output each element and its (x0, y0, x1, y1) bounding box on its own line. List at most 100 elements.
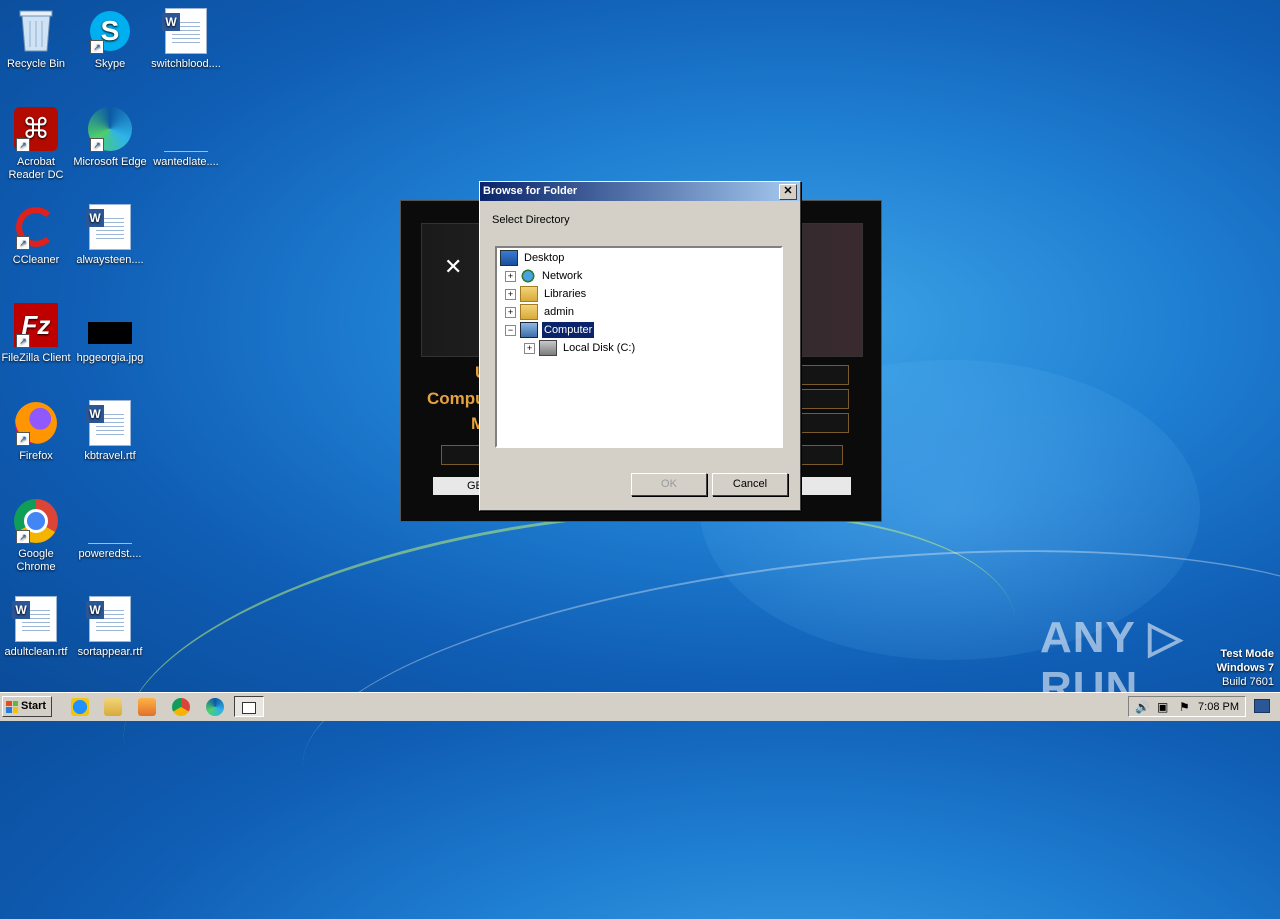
cancel-button[interactable]: Cancel (712, 473, 788, 496)
tree-node-admin[interactable]: + admin (505, 304, 576, 320)
desktop-icon-filezilla[interactable]: Fz ↗ FileZilla Client (0, 302, 74, 365)
folder-tree[interactable]: Desktop + Network + Libraries + admin − … (495, 246, 783, 448)
expand-icon[interactable]: + (505, 270, 516, 282)
desktop-icon-label: FileZilla Client (1, 352, 71, 364)
desktop-icon-label: poweredst.... (78, 548, 142, 560)
desktop-icon-skype[interactable]: S ↗ Skype (72, 8, 148, 71)
desktop-icon-label: Microsoft Edge (73, 156, 147, 168)
tree-node-desktop[interactable]: Desktop (500, 250, 566, 266)
tree-node-local-disk[interactable]: + Local Disk (C:) (524, 340, 637, 356)
computer-icon (520, 322, 538, 338)
desktop-icon-recycle-bin[interactable]: Recycle Bin (0, 8, 74, 71)
media-player-icon[interactable] (138, 698, 156, 716)
desktop-icon-alwaysteen[interactable]: W alwaysteen.... (72, 204, 148, 267)
chrome-icon: ↗ (13, 498, 59, 544)
desktop-icon-firefox[interactable]: ↗ Firefox (0, 400, 74, 463)
edge-icon: ↗ (87, 106, 133, 152)
desktop-icon-chrome[interactable]: ↗ Google Chrome (0, 498, 74, 574)
skype-icon: S ↗ (87, 8, 133, 54)
start-label: Start (21, 700, 47, 712)
show-desktop-icon[interactable] (1254, 699, 1270, 713)
clock[interactable]: 7:08 PM (1198, 697, 1239, 718)
app-heading-2: Compu (427, 389, 486, 408)
desktop-icon-kbtravel[interactable]: W kbtravel.rtf (72, 400, 148, 463)
expand-icon[interactable]: + (505, 288, 516, 300)
desktop-icon-label: alwaysteen.... (76, 254, 144, 266)
desktop-icon-label: Acrobat Reader DC (8, 156, 64, 181)
desktop-icon-label: sortappear.rtf (77, 646, 143, 658)
watermark-line-3: Build 7601 (1222, 676, 1274, 688)
user-folder-icon (520, 304, 538, 320)
desktop-icon-ccleaner[interactable]: ↗ CCleaner (0, 204, 74, 267)
desktop-icon-label: switchblood.... (151, 58, 221, 70)
libraries-folder-icon (520, 286, 538, 302)
desktop-icon-switchblood[interactable]: W switchblood.... (148, 8, 224, 71)
word-document-icon: W (86, 204, 133, 250)
tree-node-network[interactable]: + Network (505, 268, 584, 284)
desktop-icon-label: kbtravel.rtf (84, 450, 136, 462)
desktop-icon-hpgeorgia[interactable]: hpgeorgia.jpg (72, 302, 148, 365)
desktop-icon-label: Skype (94, 58, 126, 70)
system-tray: 🔊 ▣ ⚑ 7:08 PM (1128, 696, 1246, 717)
filezilla-icon: Fz ↗ (13, 302, 59, 348)
desktop-icon-acrobat[interactable]: ⌘ ↗ Acrobat Reader DC (0, 106, 74, 182)
tree-node-label-selected: Computer (540, 321, 596, 339)
close-button[interactable]: ✕ (779, 184, 797, 200)
app-field[interactable] (801, 389, 849, 409)
desktop-icon-label: CCleaner (12, 254, 60, 266)
desktop-icon-label: Google Chrome (16, 548, 56, 573)
network-tray-icon[interactable]: ▣ (1157, 700, 1168, 714)
browse-folder-dialog: Browse for Folder ✕ Select Directory Des… (479, 181, 801, 511)
taskbar: Start 🔊 ▣ ⚑ 7:08 PM (0, 692, 1280, 721)
tree-node-label: Desktop (524, 252, 565, 264)
desktop-icon-label: adultclean.rtf (4, 646, 68, 658)
file-icon (87, 498, 133, 544)
acrobat-icon: ⌘ ↗ (13, 106, 59, 152)
drive-icon (539, 340, 557, 356)
desktop-folder-icon (500, 250, 518, 266)
desktop-icon-label: Firefox (19, 450, 53, 462)
desktop-icon-label: wantedlate.... (153, 156, 219, 168)
expand-icon[interactable]: + (524, 342, 535, 354)
active-app-taskbar-button[interactable] (234, 696, 264, 717)
windows-logo-icon (6, 700, 18, 713)
firefox-icon: ↗ (13, 400, 59, 446)
desktop-icon-edge[interactable]: ↗ Microsoft Edge (72, 106, 148, 169)
ok-button[interactable]: OK (631, 473, 707, 496)
explorer-folder-icon[interactable] (104, 698, 122, 716)
app-field[interactable] (801, 365, 849, 385)
action-center-flag-icon[interactable]: ⚑ (1179, 700, 1190, 714)
watermark-line-2: Windows 7 (1216, 662, 1274, 674)
desktop-icon-wantedlate[interactable]: wantedlate.... (148, 106, 224, 169)
test-mode-watermark: Test Mode Windows 7 Build 7601 (1217, 647, 1274, 689)
network-icon (520, 269, 536, 283)
tree-node-libraries[interactable]: + Libraries (505, 286, 588, 302)
desktop-icon-poweredst[interactable]: poweredst.... (72, 498, 148, 561)
volume-icon[interactable]: 🔊 (1135, 700, 1150, 714)
app-field[interactable] (801, 413, 849, 433)
app-window-icon (242, 702, 256, 714)
close-icon: ✕ (783, 185, 793, 197)
image-file-icon (87, 302, 133, 348)
chrome-taskbar-icon[interactable] (172, 698, 190, 716)
watermark-line-1: Test Mode (1220, 648, 1274, 660)
dialog-prompt: Select Directory (492, 214, 570, 226)
edge-taskbar-icon[interactable] (206, 698, 224, 716)
tree-node-label: Network (542, 270, 583, 282)
app-secondary-button[interactable] (801, 477, 851, 495)
app-logo-icon: ✕ (444, 254, 463, 279)
tree-node-label: Libraries (544, 288, 587, 300)
file-icon (163, 106, 209, 152)
app-generate-button[interactable]: GE (433, 477, 483, 495)
collapse-icon[interactable]: − (505, 324, 516, 336)
internet-explorer-icon[interactable] (71, 698, 89, 716)
start-button[interactable]: Start (2, 696, 52, 717)
desktop-icon-adultclean[interactable]: W adultclean.rtf (0, 596, 74, 659)
tree-node-label: Local Disk (C:) (563, 342, 636, 354)
expand-icon[interactable]: + (505, 306, 516, 318)
tree-node-label: admin (544, 306, 574, 318)
desktop-icon-sortappear[interactable]: W sortappear.rtf (72, 596, 148, 659)
tree-node-computer[interactable]: − Computer (505, 321, 596, 339)
word-document-icon: W (12, 596, 59, 642)
dialog-titlebar[interactable]: Browse for Folder ✕ (480, 182, 800, 201)
